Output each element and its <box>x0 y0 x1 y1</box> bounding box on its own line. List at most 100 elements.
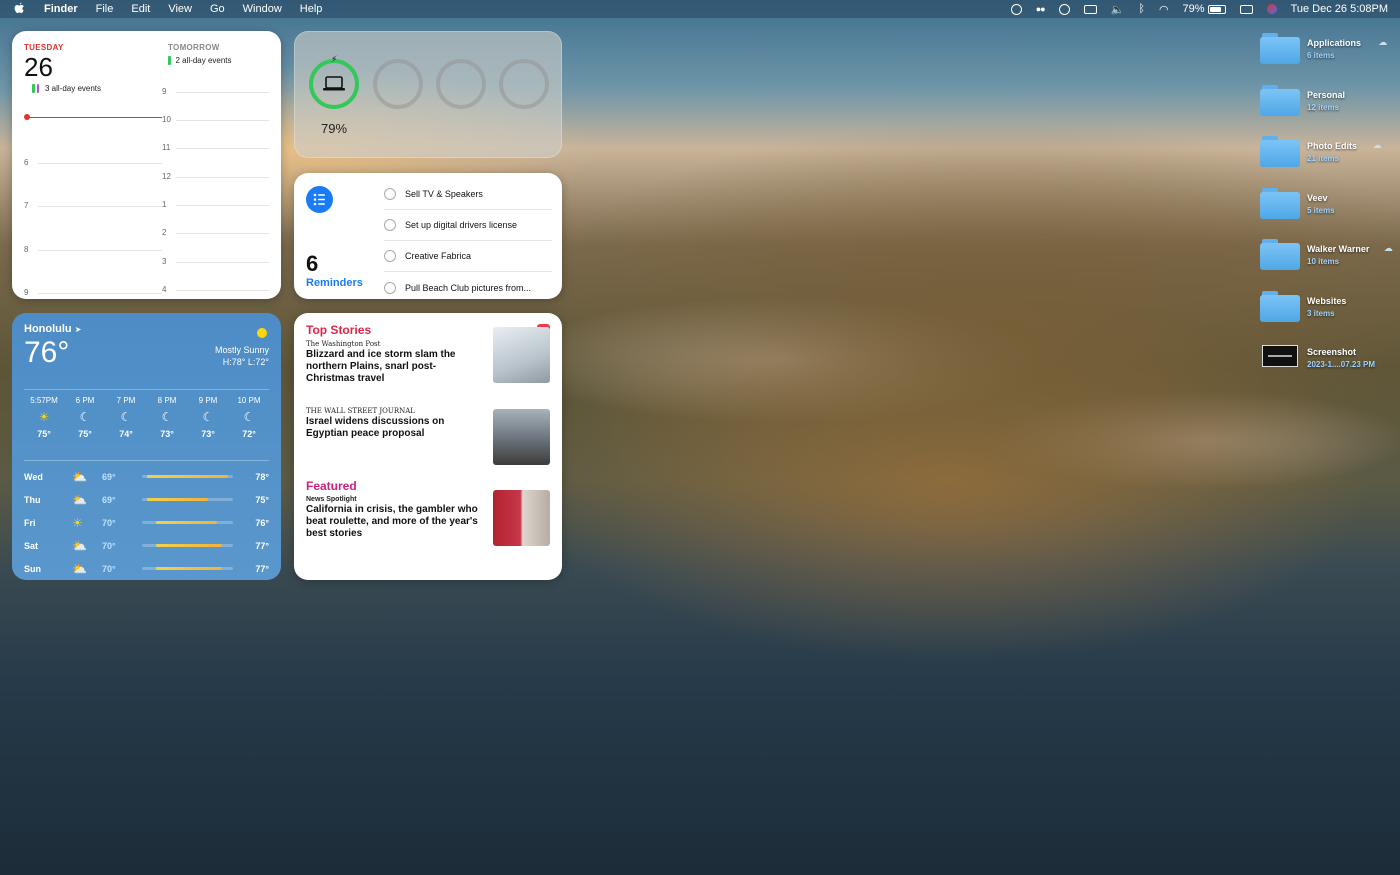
sun-icon <box>257 328 267 338</box>
temperature-range-fill <box>155 567 223 570</box>
desktop-item-count: 12 items <box>1307 102 1340 112</box>
dots-icon[interactable]: ●● <box>1036 4 1046 14</box>
weather-day-row: Thu ⛅ 69° 75° <box>24 488 269 511</box>
desktop-item-name: Personal <box>1307 89 1346 100</box>
weather-hour-temp: 72° <box>242 429 256 439</box>
weather-day-row: Sat ⛅ 70° 77° <box>24 534 269 557</box>
moon-icon: ☾ <box>202 410 214 424</box>
calendar-hour: 2 <box>162 228 269 237</box>
news-story[interactable]: The Washington Post Blizzard and ice sto… <box>306 327 550 404</box>
sun-icon: ☀ <box>72 515 83 530</box>
weather-day-name: Sun <box>24 563 41 574</box>
desktop-item-count: 6 items <box>1307 51 1335 60</box>
weather-day-high: 78° <box>255 471 269 482</box>
menu-go[interactable]: Go <box>210 3 225 15</box>
weather-city: Honolulu ➤ <box>24 323 269 335</box>
reminder-item[interactable]: Pull Beach Club pictures from... <box>384 272 552 299</box>
desktop-item[interactable]: Screenshot 2023-1....07.23 PM <box>1260 342 1400 382</box>
weather-hour-temp: 75° <box>78 429 92 439</box>
desktop-item[interactable]: Veev 5 items <box>1260 187 1400 228</box>
calendar-tomorrow-events[interactable]: 2 all-day events <box>168 56 269 65</box>
news-widget[interactable]: Top Stories The Washington Post Blizzard… <box>294 313 562 580</box>
reminder-text: Pull Beach Club pictures from... <box>405 282 532 293</box>
weather-day-row: Fri ☀ 70° 76° <box>24 511 269 534</box>
temperature-range-fill <box>146 475 229 478</box>
calendar-tomorrow-events-label: 2 all-day events <box>175 56 232 65</box>
battery-ring-empty <box>373 59 423 109</box>
reminders-widget[interactable]: 6 Reminders Sell TV & Speakers Set up di… <box>294 173 562 299</box>
screen-mirroring-icon[interactable] <box>1083 4 1097 14</box>
status-circle-icon[interactable] <box>1010 3 1022 15</box>
temperature-range-bar <box>142 521 233 524</box>
weather-condition: Mostly Sunny <box>214 345 269 355</box>
weather-widget[interactable]: Honolulu ➤ 76° Mostly Sunny H:78° L:72° … <box>12 313 281 580</box>
menu-help[interactable]: Help <box>300 3 323 15</box>
calendar-hour: 9 <box>24 288 162 297</box>
play-icon[interactable] <box>1058 3 1070 15</box>
news-headline: California in crisis, the gambler who be… <box>306 504 478 539</box>
calendar-hour: 8 <box>24 245 162 254</box>
desktop-item[interactable]: Applications ☁ 6 items <box>1260 33 1400 73</box>
desktop-item-count: 2023-1....07.23 PM <box>1307 360 1376 369</box>
reminders-label: Reminders <box>306 277 363 289</box>
news-headline: Blizzard and ice storm slam the northern… <box>306 349 456 384</box>
weather-condition-block: Mostly Sunny H:78° L:72° <box>215 344 269 368</box>
reminder-checkbox[interactable] <box>384 281 396 294</box>
reminder-checkbox[interactable] <box>384 250 396 262</box>
folder-body <box>1260 191 1300 219</box>
calendar-today-events[interactable]: 3 all-day events <box>32 84 162 93</box>
calendar-hour: 7 <box>24 201 162 210</box>
weather-hour: 5:57PM ☀ 75° <box>24 396 64 439</box>
weather-hour: 8 PM ☾ 73° <box>147 396 187 439</box>
menu-view[interactable]: View <box>168 3 192 15</box>
apple-menu-icon[interactable] <box>14 2 26 17</box>
reminder-text: Sell TV & Speakers <box>405 189 483 199</box>
temperature-range-fill <box>146 498 208 501</box>
desktop-item-name: Screenshot <box>1307 347 1357 357</box>
weather-city-name: Honolulu <box>24 323 72 335</box>
control-center-icon[interactable] <box>1239 4 1253 14</box>
desktop-item-count: 5 items <box>1307 205 1335 215</box>
menu-clock[interactable]: Tue Dec 26 5:08PM <box>1291 3 1388 15</box>
weather-day-name: Sat <box>24 540 39 551</box>
menu-app-finder[interactable]: Finder <box>44 3 78 15</box>
laptop-icon <box>323 76 345 91</box>
battery-status[interactable]: 79% <box>1183 3 1226 15</box>
weather-hour-temp: 73° <box>201 429 215 439</box>
menu-edit[interactable]: Edit <box>131 3 150 15</box>
batteries-widget[interactable]: ⚡ 79% <box>294 31 562 158</box>
battery-ring-empty <box>499 59 549 109</box>
news-featured-story[interactable]: News Spotlight California in crisis, the… <box>306 490 550 560</box>
weather-hour-time: 9 PM <box>198 396 218 405</box>
volume-icon[interactable]: 🔈 <box>1111 3 1125 16</box>
reminder-checkbox[interactable] <box>384 219 396 231</box>
desktop-item-name: Veev <box>1307 192 1328 203</box>
calendar-today-events-label: 3 all-day events <box>45 84 102 93</box>
reminder-item[interactable]: Creative Fabrica <box>384 241 552 272</box>
desktop-item[interactable]: Photo Edits ☁ 21 items <box>1260 136 1400 176</box>
desktop-item[interactable]: Walker Warner ☁ 10 items <box>1260 239 1400 279</box>
calendar-hour: 11 <box>162 143 269 152</box>
weather-hour-time: 6 PM <box>75 396 95 405</box>
weather-day-low: 70° <box>102 517 116 528</box>
wifi-icon[interactable]: ◠ <box>1159 3 1169 16</box>
weather-day-name: Fri <box>24 517 36 528</box>
news-story[interactable]: THE WALL STREET JOURNAL Israel widens di… <box>306 407 550 479</box>
temperature-range-bar <box>142 544 233 547</box>
calendar-widget[interactable]: TUESDAY 26 3 all-day events 6 7 8 9 TOMO… <box>12 31 281 299</box>
reminder-item[interactable]: Set up digital drivers license <box>384 210 552 241</box>
menu-file[interactable]: File <box>96 3 114 15</box>
bluetooth-icon[interactable]: ᛒ <box>1138 3 1145 15</box>
menu-window[interactable]: Window <box>243 3 282 15</box>
reminder-checkbox[interactable] <box>384 188 396 200</box>
reminder-item[interactable]: Sell TV & Speakers <box>384 179 552 210</box>
temperature-range-bar <box>142 475 233 478</box>
siri-icon[interactable] <box>1266 4 1277 14</box>
desktop-item[interactable]: Websites 3 items <box>1260 290 1400 331</box>
moon-icon: ☾ <box>120 410 132 424</box>
desktop-item[interactable]: Personal 12 items <box>1260 84 1400 125</box>
weather-hour-time: 7 PM <box>116 396 136 405</box>
calendar-day-number: 26 <box>24 52 53 82</box>
folder-icon <box>1260 290 1300 322</box>
calendar-hour: 10 <box>162 115 269 124</box>
